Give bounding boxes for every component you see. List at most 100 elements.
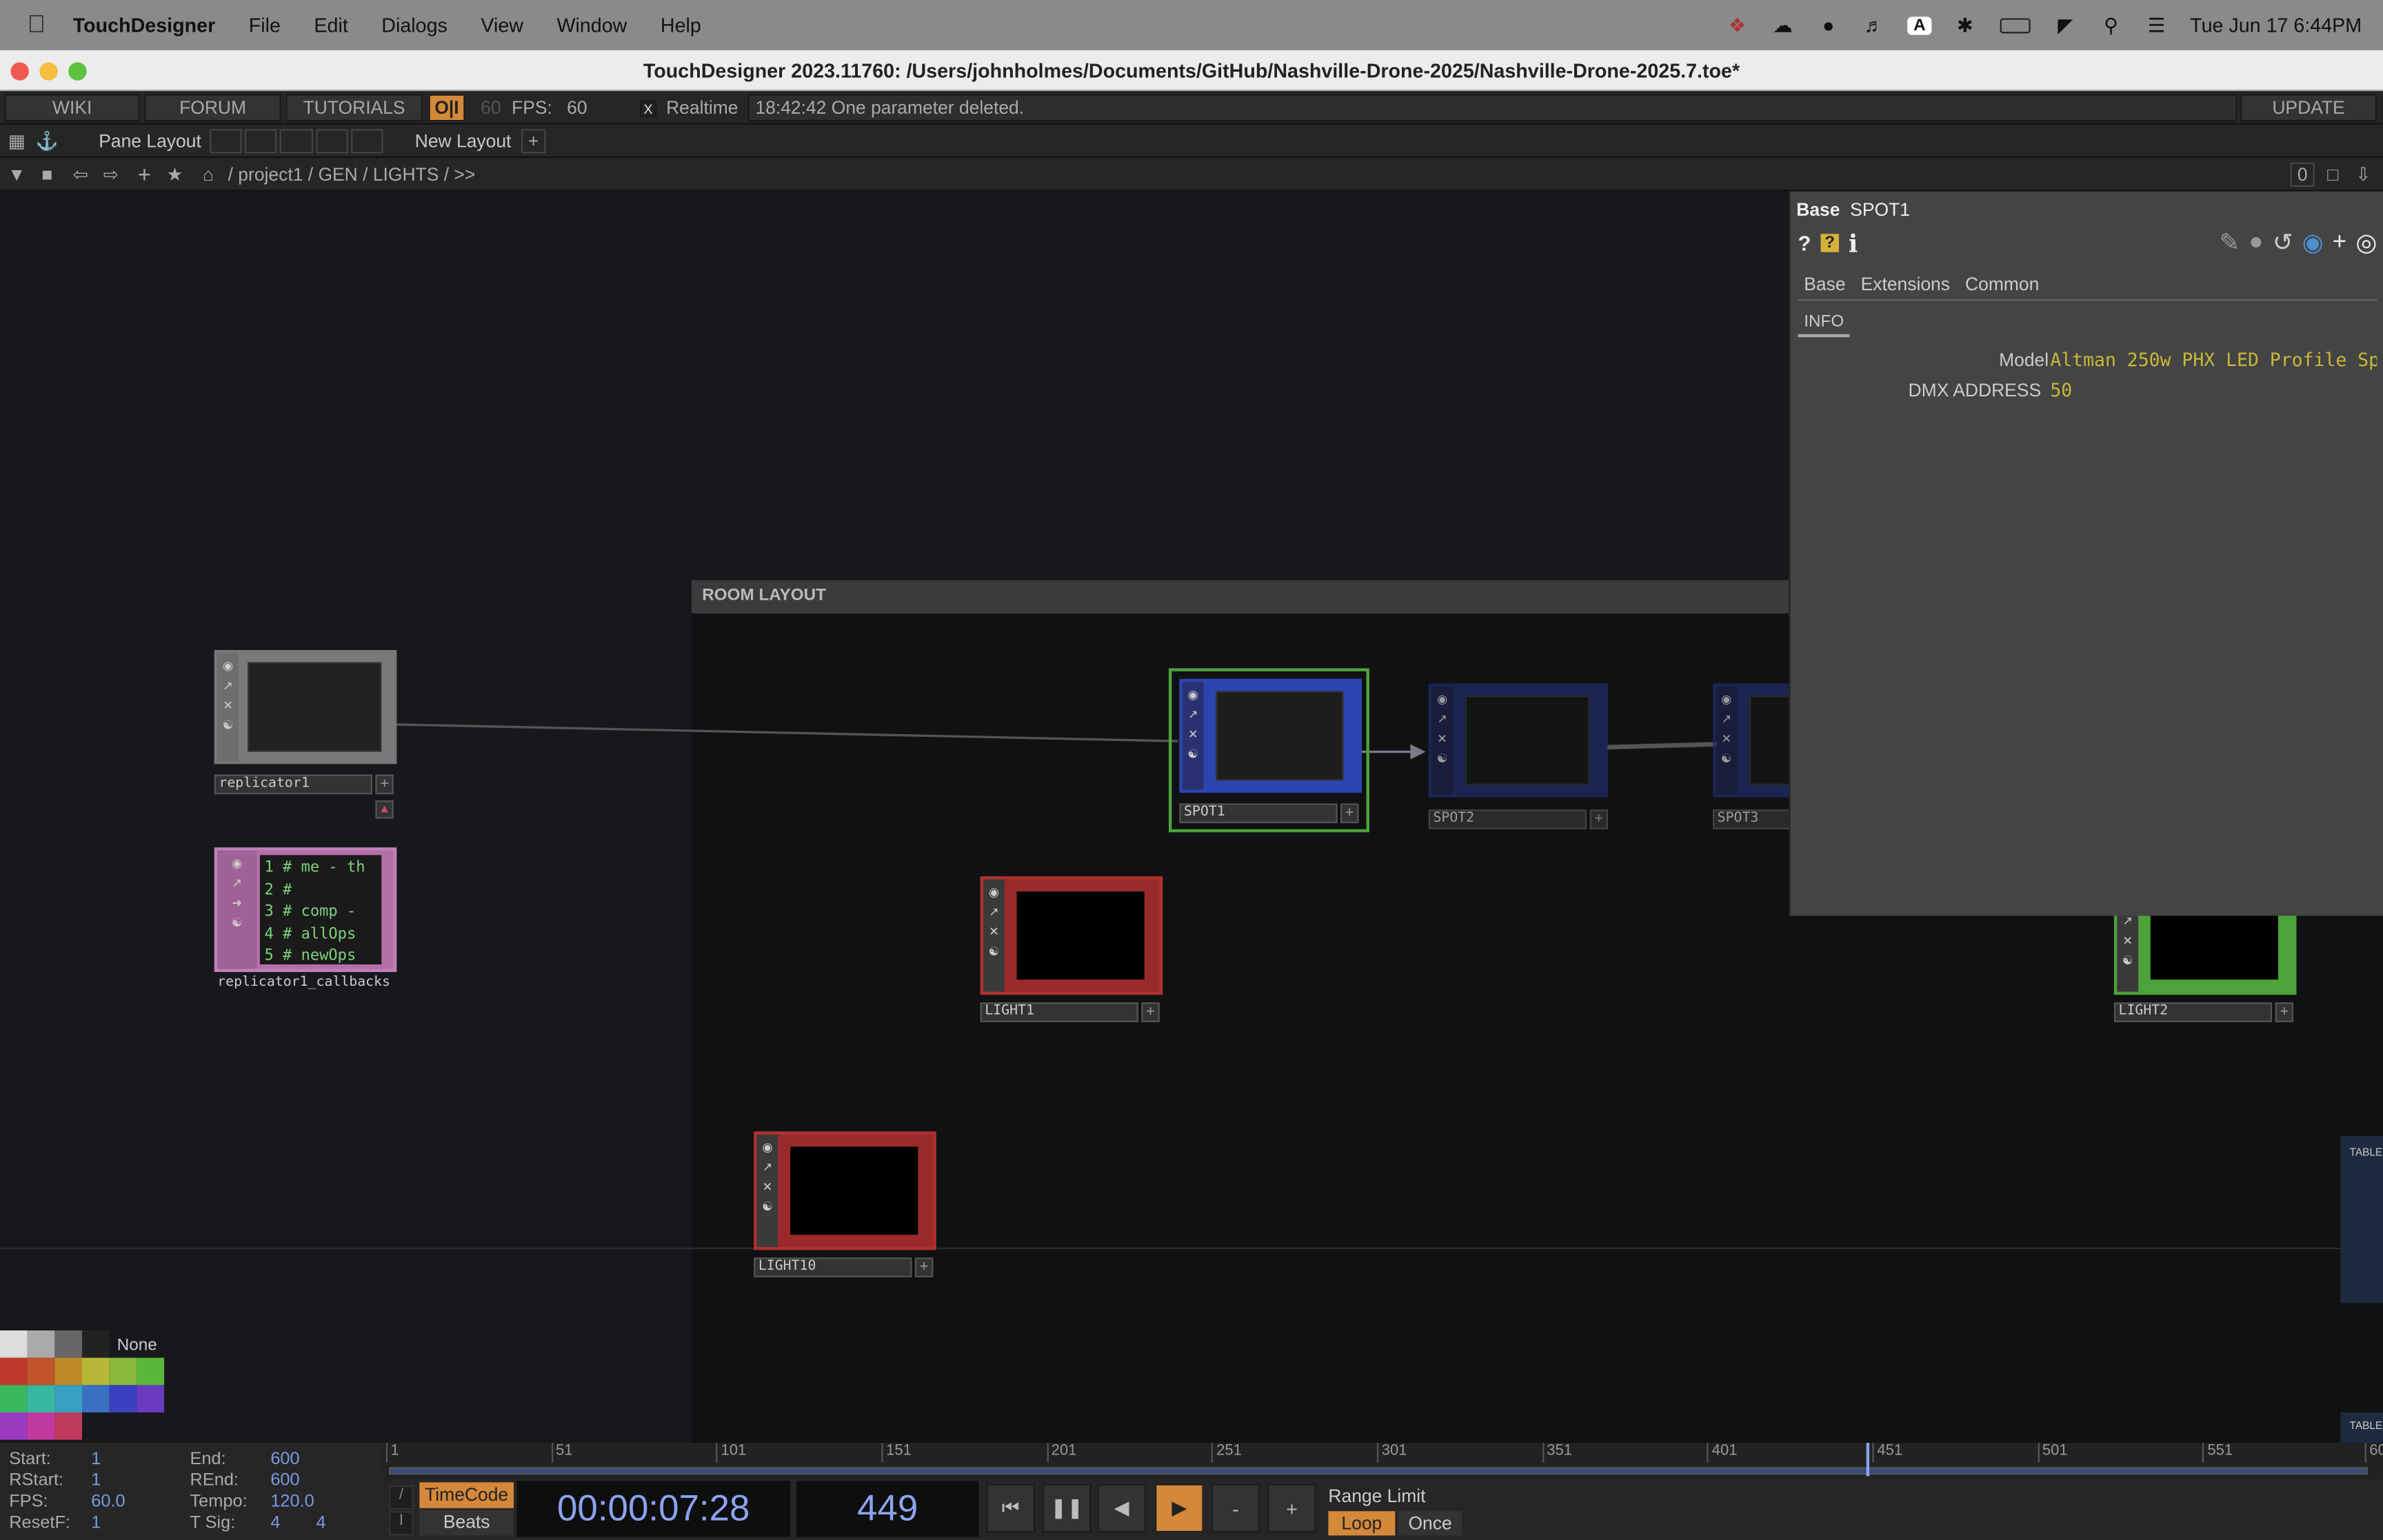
- node-light2[interactable]: ◉↗✕☯ LIGHT2 +: [2113, 885, 2297, 1024]
- cook-icon[interactable]: ↗: [989, 904, 999, 922]
- play-icon[interactable]: ▶: [1155, 1483, 1204, 1533]
- bypass-icon[interactable]: ✕: [1721, 731, 1731, 749]
- node-label[interactable]: replicator1: [214, 774, 373, 795]
- cook-icon[interactable]: ↗: [223, 678, 233, 696]
- layout-anchor-icon[interactable]: ⚓: [35, 129, 59, 153]
- node-plus-button[interactable]: +: [375, 774, 394, 795]
- timecode-display[interactable]: 00:00:07:28: [516, 1481, 791, 1537]
- python-help-icon[interactable]: ?: [1820, 234, 1840, 252]
- node-replicator1[interactable]: ◉ ↗ ✕ ☯ replicator1 +: [214, 649, 397, 795]
- node-flags[interactable]: ◉ ↗ ✕☯: [983, 879, 1005, 992]
- lock-icon[interactable]: ☯: [1187, 746, 1198, 764]
- step-back-icon[interactable]: ◀: [1097, 1483, 1146, 1533]
- node-viewer[interactable]: [1216, 691, 1344, 781]
- bypass-icon[interactable]: ✕: [989, 924, 999, 942]
- update-button[interactable]: UPDATE: [2240, 94, 2377, 122]
- viewer-icon[interactable]: ◉: [223, 658, 233, 676]
- target-icon[interactable]: ◎: [2355, 227, 2377, 258]
- pane-layout-presets[interactable]: [210, 129, 383, 154]
- node-flags[interactable]: ◉↗✕☯: [217, 653, 239, 761]
- start-value[interactable]: 1: [91, 1450, 101, 1468]
- info-icon[interactable]: i: [1849, 229, 1858, 258]
- step-forward-button[interactable]: +: [1267, 1483, 1316, 1533]
- viewer-icon[interactable]: ◉: [1721, 691, 1731, 709]
- palette-swatch[interactable]: [27, 1357, 55, 1386]
- cloud-sync-icon[interactable]: ☁: [1771, 13, 1795, 36]
- param-value[interactable]: Altman 250w PHX LED Profile Spo: [2050, 349, 2377, 371]
- menu-file[interactable]: File: [249, 14, 281, 37]
- star-icon[interactable]: ★: [163, 163, 187, 187]
- cook-icon[interactable]: ↗: [1721, 711, 1731, 729]
- bypass-icon[interactable]: ✕: [1188, 726, 1198, 744]
- python-icon[interactable]: ◉: [2302, 227, 2324, 258]
- timeline-ruler[interactable]: 151101151201251301351401451501551600: [383, 1443, 2383, 1479]
- lock-icon[interactable]: ☯: [232, 914, 243, 932]
- viewer-icon[interactable]: ◉: [989, 884, 999, 902]
- node-label[interactable]: LIGHT1: [980, 1002, 1138, 1022]
- lock-icon[interactable]: ☯: [989, 943, 1000, 961]
- palette-none[interactable]: None: [117, 1337, 157, 1355]
- palette-swatch[interactable]: [27, 1385, 55, 1412]
- param-row-model[interactable]: Model Altman 250w PHX LED Profile Spo: [1790, 349, 2383, 374]
- viewer-icon[interactable]: ◉: [1188, 687, 1198, 705]
- rstart-value[interactable]: 1: [91, 1472, 101, 1490]
- tutorials-button[interactable]: TUTORIALS: [285, 94, 423, 122]
- palette-swatch[interactable]: [54, 1330, 83, 1358]
- home-icon[interactable]: ⌂: [196, 163, 220, 187]
- network-path[interactable]: / project1 / GEN / LIGHTS / >>: [228, 164, 476, 185]
- cook-icon[interactable]: ↗: [763, 1159, 773, 1177]
- beats-toggle[interactable]: Beats: [419, 1509, 514, 1536]
- timeline-range-bar[interactable]: [389, 1467, 2368, 1475]
- close-window-icon[interactable]: [10, 62, 29, 81]
- lock-icon[interactable]: ☯: [762, 1198, 773, 1216]
- node-plus-button[interactable]: +: [2275, 1002, 2293, 1022]
- bypass-icon[interactable]: ✕: [2122, 933, 2133, 951]
- node-viewer[interactable]: [248, 662, 382, 752]
- layout-quad-icon[interactable]: [350, 129, 383, 154]
- layout-three-icon[interactable]: [315, 129, 348, 154]
- fps-value[interactable]: 60.0: [91, 1493, 125, 1511]
- tsig-numerator[interactable]: 4: [270, 1514, 280, 1532]
- apple-icon[interactable]: : [0, 12, 73, 39]
- wiki-button[interactable]: WIKI: [4, 94, 140, 122]
- node-flags[interactable]: ◉↗✕☯: [756, 1134, 778, 1247]
- menu-app-name[interactable]: TouchDesigner: [73, 14, 215, 37]
- palette-swatch[interactable]: [0, 1385, 28, 1412]
- layout-single-icon[interactable]: [210, 129, 242, 154]
- viewer-icon[interactable]: ◉: [762, 1139, 772, 1157]
- zoom-window-icon[interactable]: [68, 62, 87, 81]
- node-plus-button[interactable]: +: [1340, 803, 1359, 824]
- pause-icon[interactable]: ❚❚: [1043, 1483, 1092, 1533]
- viewer-icon[interactable]: ◉: [1437, 691, 1447, 709]
- node-flags[interactable]: ◉↗ ✕ ☯: [1182, 682, 1204, 790]
- menu-dialogs[interactable]: Dialogs: [381, 14, 448, 37]
- tab-info[interactable]: INFO: [1798, 310, 1851, 338]
- reset-icon[interactable]: ⏮: [986, 1483, 1035, 1533]
- param-value[interactable]: 50: [2050, 380, 2141, 401]
- tab-extensions[interactable]: Extensions: [1861, 274, 1950, 295]
- rend-value[interactable]: 600: [270, 1472, 299, 1490]
- add-param-icon[interactable]: +: [2333, 230, 2347, 257]
- battery-icon[interactable]: [1998, 14, 2031, 36]
- layout-split-v-icon[interactable]: [245, 129, 278, 154]
- palette-swatch[interactable]: [82, 1385, 110, 1412]
- palette-swatch[interactable]: [27, 1412, 55, 1440]
- add-icon[interactable]: +: [132, 162, 157, 188]
- frame-display[interactable]: 449: [796, 1481, 979, 1537]
- cook-icon[interactable]: ↗: [1188, 706, 1198, 724]
- forward-arrow-icon[interactable]: ⇨: [99, 163, 123, 187]
- slash-toggle-icon[interactable]: /: [389, 1485, 414, 1510]
- minimize-window-icon[interactable]: [39, 62, 58, 81]
- palette-swatch[interactable]: [109, 1357, 137, 1386]
- param-row-dmx-address[interactable]: DMX ADDRESS 50: [1790, 380, 2383, 404]
- node-plus-button[interactable]: +: [1589, 809, 1608, 829]
- palette-swatch[interactable]: [54, 1412, 83, 1440]
- menubar-clock[interactable]: Tue Jun 17 6:44PM: [2190, 14, 2362, 37]
- palette-swatch[interactable]: [27, 1330, 55, 1358]
- palette-swatch[interactable]: [0, 1330, 28, 1358]
- once-toggle[interactable]: Once: [1398, 1511, 1462, 1536]
- layout-split-h-icon[interactable]: [280, 129, 313, 154]
- menu-edit[interactable]: Edit: [314, 14, 348, 37]
- node-replicator1-callbacks[interactable]: ◉ ↗ ➜ ☯ 1 # me - th 2 # 3 # comp - 4 # allO…: [214, 847, 406, 996]
- node-spot1[interactable]: ◉ ↗ ✕ ☯ SPOT1 +: [1168, 668, 1369, 833]
